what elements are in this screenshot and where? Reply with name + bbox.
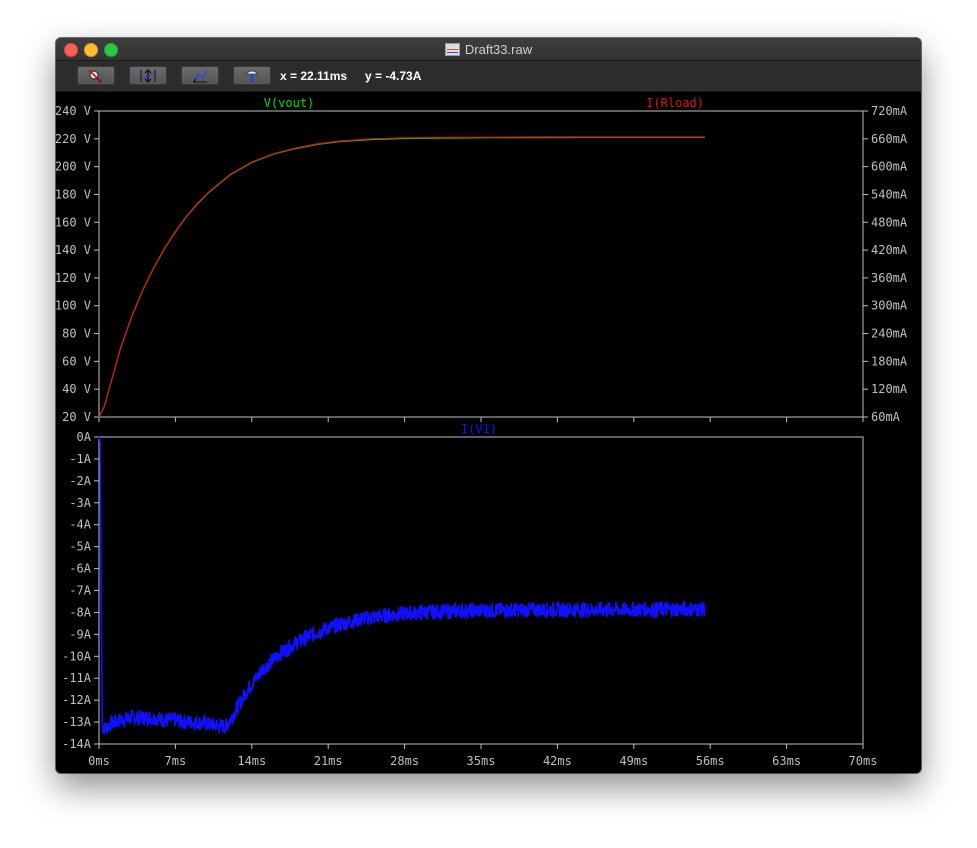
x-tick-label: 42ms bbox=[543, 754, 572, 768]
waveform-window: Draft33.raw x = 22.11ms y = -4.73A 20 V … bbox=[56, 38, 921, 773]
y-tick-label: 60 V bbox=[62, 354, 91, 368]
waveform-plot-svg[interactable]: 20 V 40 V 60 V 80 V 100 V 120 V 140 V 160 V 180 … bbox=[56, 92, 921, 773]
y2-tick-label: 600mA bbox=[871, 160, 908, 174]
y-tick-label: -8A bbox=[69, 605, 91, 619]
x-tick-label: 63ms bbox=[772, 754, 801, 768]
y-tick-label: -11A bbox=[62, 671, 92, 685]
y2-tick-label: 660mA bbox=[871, 132, 908, 146]
cursor-y-readout: y = -4.73A bbox=[365, 69, 422, 83]
y2-tick-label: 420mA bbox=[871, 243, 908, 257]
y-tick-label: 180 V bbox=[56, 187, 91, 201]
series-label-i-rload: I(Rload) bbox=[646, 96, 704, 110]
plot-frame-1 bbox=[98, 110, 864, 418]
y-tick-label: -9A bbox=[69, 627, 91, 641]
series-label-v-vout: V(vout) bbox=[264, 96, 315, 110]
y2-tick-label: 360mA bbox=[871, 271, 908, 285]
x-tick-label: 35ms bbox=[467, 754, 496, 768]
x-tick-label: 49ms bbox=[619, 754, 648, 768]
probe-icon bbox=[245, 70, 259, 83]
y-tick-label: 140 V bbox=[56, 243, 91, 257]
y-tick-label: -6A bbox=[69, 562, 91, 576]
y-tick-label: -7A bbox=[69, 584, 91, 598]
y-tick-label: 100 V bbox=[56, 299, 91, 313]
y-tick-label: -14A bbox=[62, 737, 92, 751]
autorange-y-button[interactable] bbox=[129, 66, 167, 85]
y-tick-label: 20 V bbox=[62, 410, 91, 424]
zoom-cancel-button[interactable] bbox=[77, 66, 115, 85]
waveform-file-icon bbox=[444, 42, 460, 56]
y2-tick-label: 300mA bbox=[871, 299, 908, 313]
y-tick-label: -13A bbox=[62, 715, 92, 729]
y-tick-label: 240 V bbox=[56, 104, 91, 118]
y2-tick-label: 180mA bbox=[871, 354, 908, 368]
x-tick-label: 14ms bbox=[237, 754, 266, 768]
y-tick-label: -3A bbox=[69, 496, 91, 510]
y-tick-label: 120 V bbox=[56, 271, 91, 285]
y-tick-label: 0A bbox=[77, 430, 92, 444]
x-tick-label: 70ms bbox=[849, 754, 878, 768]
y2-tick-label: 120mA bbox=[871, 382, 908, 396]
y-tick-label: -4A bbox=[69, 518, 91, 532]
y2-tick-label: 240mA bbox=[871, 327, 908, 341]
probe-button[interactable] bbox=[233, 66, 271, 85]
magnifier-cancel-icon bbox=[88, 68, 102, 83]
y-tick-label: 220 V bbox=[56, 132, 91, 146]
y-tick-label: -10A bbox=[62, 649, 92, 663]
toolbar: x = 22.11ms y = -4.73A bbox=[56, 61, 921, 92]
x-tick-label: 7ms bbox=[165, 754, 187, 768]
autorange-y-icon bbox=[140, 68, 156, 83]
cursor-x-readout: x = 22.11ms bbox=[280, 69, 348, 83]
trace-v-vout bbox=[98, 136, 705, 418]
y2-tick-label: 60mA bbox=[871, 410, 901, 424]
y2-tick-label: 720mA bbox=[871, 104, 908, 118]
trace-i-v1 bbox=[98, 436, 706, 735]
plot-frame-2 bbox=[98, 436, 864, 745]
y-tick-label: -5A bbox=[69, 540, 91, 554]
x-tick-label: 0ms bbox=[88, 754, 110, 768]
x-tick-label: 56ms bbox=[696, 754, 725, 768]
y2-tick-label: 540mA bbox=[871, 187, 908, 201]
y2-tick-label: 480mA bbox=[871, 215, 908, 229]
autorange-x-icon bbox=[193, 70, 208, 82]
series-label-i-v1: I(V1) bbox=[461, 422, 497, 436]
x-tick-label: 21ms bbox=[314, 754, 343, 768]
trace-i-rload bbox=[98, 136, 705, 418]
y-tick-label: -2A bbox=[69, 474, 91, 488]
y-tick-label: 80 V bbox=[62, 327, 91, 341]
title-bar[interactable]: Draft33.raw bbox=[56, 38, 921, 61]
y-tick-label: -1A bbox=[69, 452, 91, 466]
y-tick-label: 160 V bbox=[56, 215, 91, 229]
window-title: Draft33.raw bbox=[464, 41, 533, 57]
autorange-x-button[interactable] bbox=[181, 66, 219, 85]
x-tick-label: 28ms bbox=[390, 754, 419, 768]
y-tick-label: 40 V bbox=[62, 382, 91, 396]
y-tick-label: 200 V bbox=[56, 160, 91, 174]
plot-area[interactable]: 20 V 40 V 60 V 80 V 100 V 120 V 140 V 160 V 180 … bbox=[56, 92, 921, 773]
y-tick-label: -12A bbox=[62, 693, 92, 707]
